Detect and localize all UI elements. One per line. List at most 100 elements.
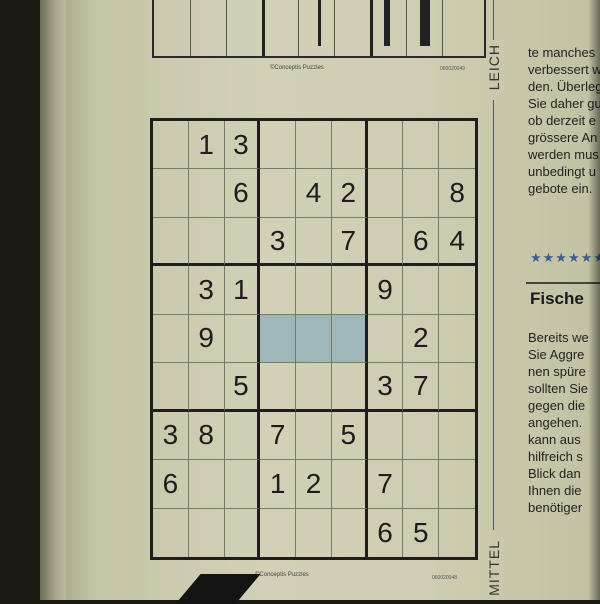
sudoku-cell xyxy=(403,266,440,315)
page-fold xyxy=(40,0,66,600)
sudoku-cell xyxy=(260,314,297,364)
edge-shadow xyxy=(588,0,600,600)
sudoku-cell xyxy=(153,169,189,218)
sudoku-cell xyxy=(296,508,332,557)
sudoku-cell xyxy=(367,217,404,267)
sudoku-cell: 6 xyxy=(153,460,189,509)
sudoku-cell xyxy=(403,411,440,461)
puzzle-code-bottom: 060020048 xyxy=(432,575,458,581)
previous-puzzle-bottom xyxy=(152,0,486,58)
sudoku-cell: 6 xyxy=(403,217,440,267)
sudoku-cell: 4 xyxy=(296,169,332,218)
sudoku-cell xyxy=(439,509,475,557)
sudoku-cell xyxy=(189,508,225,557)
grid-line xyxy=(226,0,227,56)
sudoku-cell xyxy=(224,314,261,364)
sudoku-cell: 6 xyxy=(368,508,404,557)
sudoku-cell xyxy=(439,363,475,412)
copyright-bottom: ©Conceptis Puzzles xyxy=(255,572,309,578)
sudoku-cell xyxy=(153,217,189,267)
sudoku-cell: 4 xyxy=(439,218,475,267)
sudoku-cell xyxy=(153,363,189,412)
sudoku-cell: 7 xyxy=(403,363,440,412)
grid-line xyxy=(298,0,299,56)
digit-fragment xyxy=(384,0,390,46)
sudoku-cell: 9 xyxy=(367,266,404,315)
sudoku-cell: 2 xyxy=(296,460,332,509)
sudoku-cell: 3 xyxy=(260,217,297,267)
grid-line xyxy=(442,0,443,56)
sudoku-cell xyxy=(439,266,475,315)
sudoku-cell xyxy=(439,315,475,364)
sudoku-cell xyxy=(153,508,189,557)
sudoku-cell xyxy=(153,121,189,170)
sudoku-cell xyxy=(331,121,368,170)
sudoku-cell xyxy=(188,169,225,218)
sudoku-cell xyxy=(224,460,261,509)
sudoku-cell: 7 xyxy=(260,411,297,461)
sudoku-cell xyxy=(153,266,189,315)
sudoku-cell xyxy=(188,217,225,267)
grid-line xyxy=(190,0,191,56)
sudoku-cell xyxy=(367,411,404,461)
sudoku-cell: 1 xyxy=(224,266,261,315)
sudoku-cell xyxy=(331,266,368,315)
sudoku-cell xyxy=(224,217,261,267)
sudoku-cell: 8 xyxy=(439,169,475,218)
sudoku-cell: 1 xyxy=(188,121,225,170)
sudoku-cell xyxy=(367,314,404,364)
copyright-top: ©Conceptis Puzzles xyxy=(270,65,324,71)
sudoku-cell xyxy=(225,508,261,557)
sudoku-cell xyxy=(296,217,332,267)
grid-line xyxy=(334,0,335,56)
sudoku-cell xyxy=(296,363,332,412)
sudoku-cell: 3 xyxy=(367,363,404,412)
sudoku-cell: 7 xyxy=(331,217,368,267)
sudoku-cell xyxy=(224,411,261,461)
sudoku-cell xyxy=(367,169,404,218)
sudoku-cell: 5 xyxy=(331,411,368,461)
sudoku-cell xyxy=(153,314,189,364)
sudoku-cell xyxy=(439,460,475,509)
sudoku-cell xyxy=(439,412,475,461)
sudoku-cell xyxy=(188,460,225,509)
section-heading: Fische xyxy=(530,289,584,308)
sudoku-cell xyxy=(331,460,368,509)
sudoku-cell: 6 xyxy=(224,169,261,218)
sudoku-cell: 9 xyxy=(188,314,225,364)
sudoku-cell xyxy=(260,266,297,315)
sudoku-cell xyxy=(331,314,368,364)
sudoku-cell: 5 xyxy=(403,508,440,557)
sudoku-cell: 3 xyxy=(224,121,261,170)
sudoku-cell xyxy=(296,411,332,461)
grid-line xyxy=(262,0,265,56)
sudoku-cell: 7 xyxy=(367,460,404,509)
sudoku-cell xyxy=(439,121,475,170)
sudoku-cell xyxy=(260,508,297,557)
sudoku-cell: 8 xyxy=(188,411,225,461)
sudoku-cell xyxy=(403,460,440,509)
divider-line xyxy=(493,100,494,530)
digit-fragment xyxy=(318,0,321,46)
sudoku-cell: 5 xyxy=(224,363,261,412)
sudoku-grid: 1364283764319925373875612765 xyxy=(150,118,478,560)
digit-fragment xyxy=(420,0,430,46)
sudoku-cell: 2 xyxy=(403,314,440,364)
grid-line xyxy=(406,0,407,56)
sudoku-cell xyxy=(296,314,332,364)
divider-line xyxy=(493,0,494,40)
grid-line xyxy=(370,0,373,56)
sudoku-cell: 3 xyxy=(188,266,225,315)
sudoku-cell xyxy=(403,121,440,170)
sudoku-cell xyxy=(296,266,332,315)
sudoku-cell xyxy=(332,508,368,557)
sudoku-cell xyxy=(367,121,404,170)
difficulty-label-bottom: MITTEL xyxy=(486,540,502,596)
sudoku-cell xyxy=(331,363,368,412)
sudoku-cell: 3 xyxy=(153,411,189,461)
sudoku-cell xyxy=(188,363,225,412)
sudoku-cell xyxy=(296,121,332,170)
sudoku-cell: 1 xyxy=(260,460,297,509)
difficulty-label-top: LEICH xyxy=(486,44,502,91)
sudoku-cell xyxy=(260,121,297,170)
